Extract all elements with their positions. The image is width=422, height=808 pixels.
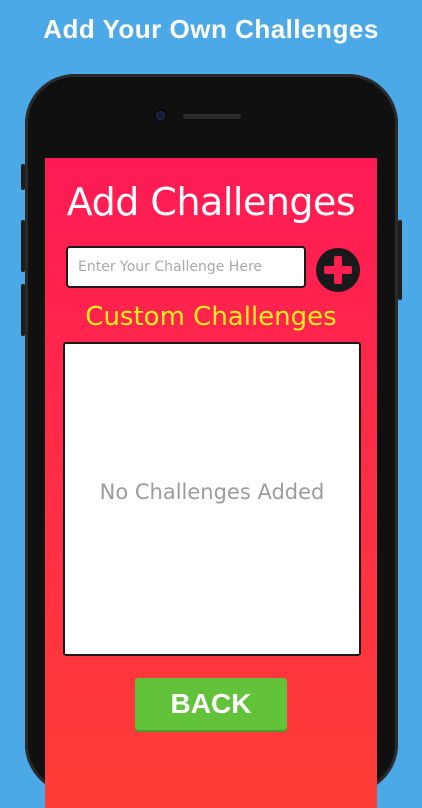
empty-state-text: No Challenges Added (99, 480, 325, 504)
challenge-input[interactable] (66, 246, 306, 288)
phone-volume-up (21, 220, 25, 272)
plus-icon-vertical (334, 256, 342, 284)
phone-silent-switch (21, 164, 25, 190)
custom-challenges-heading: Custom Challenges (85, 302, 337, 332)
screen-title: Add Challenges (66, 180, 356, 224)
phone-volume-down (21, 284, 25, 336)
app-screen: Add Challenges Custom Challenges No Chal… (45, 158, 377, 808)
challenges-list[interactable]: No Challenges Added (63, 342, 361, 656)
phone-frame: Add Challenges Custom Challenges No Chal… (21, 74, 402, 808)
promo-title: Add Your Own Challenges (43, 14, 379, 44)
back-button[interactable]: BACK (135, 678, 287, 730)
phone-power-button (398, 220, 402, 300)
front-camera (156, 111, 165, 120)
earpiece-speaker (183, 114, 241, 119)
add-challenge-button[interactable] (316, 248, 360, 292)
